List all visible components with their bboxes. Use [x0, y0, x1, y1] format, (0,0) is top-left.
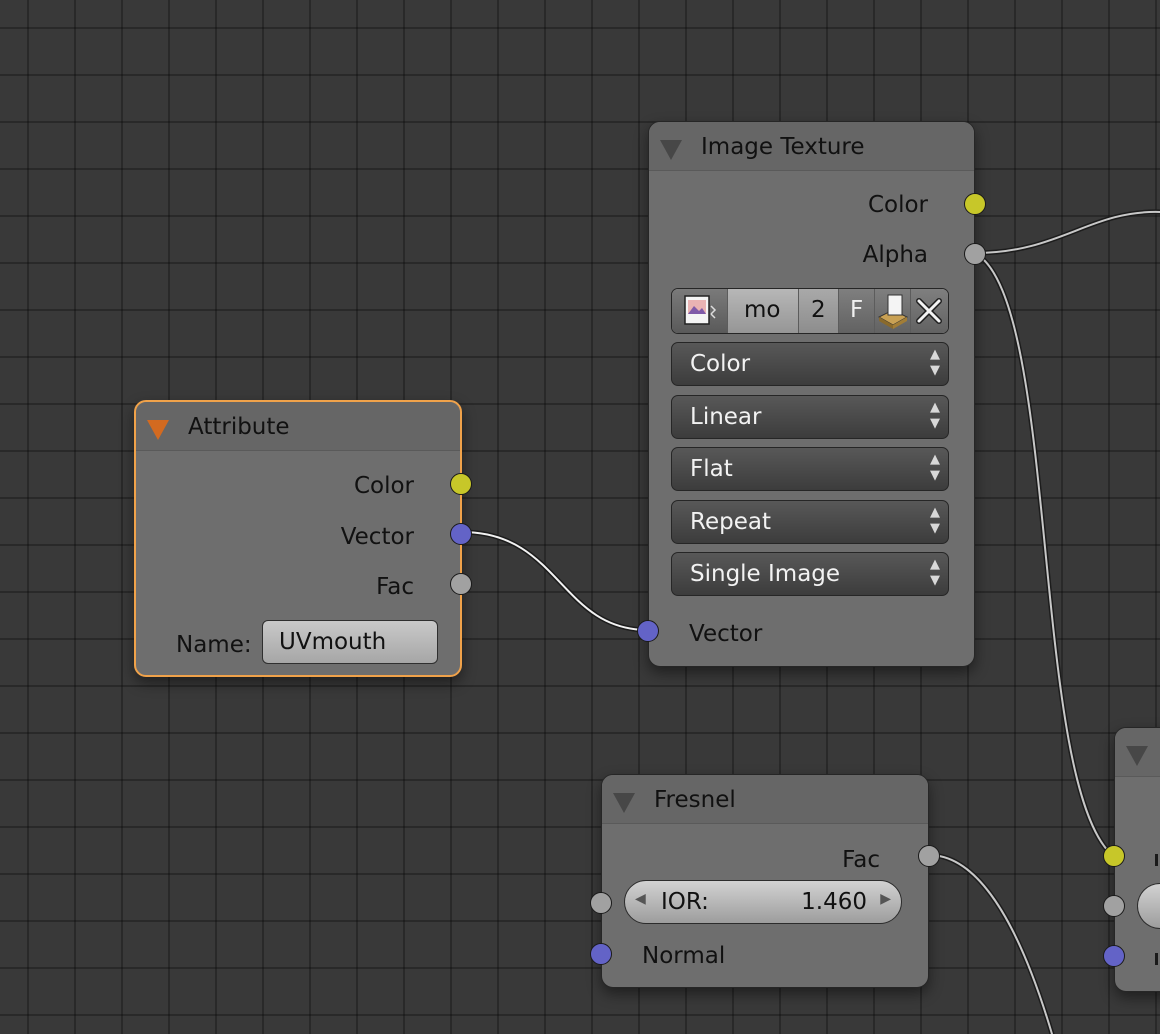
output-color-label: Color	[353, 473, 414, 499]
ior-value: 1.460	[801, 889, 867, 915]
dropdown-value: Color	[690, 351, 751, 377]
fake-user-button[interactable]: F	[839, 289, 875, 333]
open-file-icon	[877, 294, 909, 329]
node-header[interactable]: Attribute	[136, 402, 460, 451]
output-color-socket[interactable]	[450, 473, 472, 495]
up-down-arrows-icon: ▲ ▼	[930, 452, 940, 483]
link-alpha-out	[972, 209, 1160, 256]
image-browse-button[interactable]	[672, 289, 728, 333]
value-slider-partial[interactable]	[1137, 883, 1160, 929]
output-alpha-socket[interactable]	[964, 243, 986, 265]
up-down-arrows-icon: ▲ ▼	[930, 505, 940, 536]
output-color-label: Color	[867, 192, 928, 218]
interpolation-dropdown[interactable]: Linear ▲ ▼	[671, 395, 949, 439]
collapse-triangle-icon[interactable]	[1126, 746, 1148, 766]
shader-node-partial[interactable]	[1103, 727, 1160, 992]
attribute-name-input[interactable]: UVmouth	[262, 620, 438, 664]
ior-label: IOR:	[661, 889, 709, 915]
input-normal-socket[interactable]	[590, 943, 612, 965]
partial-text-mark	[1155, 953, 1158, 965]
input-value-socket[interactable]	[1103, 895, 1125, 917]
unlink-image-button[interactable]	[911, 289, 948, 333]
image-name-field[interactable]: mo	[728, 289, 799, 333]
image-name: mo	[744, 297, 781, 323]
input-normal-socket[interactable]	[1103, 945, 1125, 967]
node-title: Fresnel	[654, 787, 736, 813]
output-fac-label: Fac	[842, 847, 880, 873]
output-alpha-label: Alpha	[862, 242, 928, 268]
image-datablock-selector[interactable]: mo 2 F	[671, 288, 949, 334]
partial-text-mark	[1155, 854, 1158, 866]
node-header[interactable]: Image Texture	[649, 122, 974, 171]
source-dropdown[interactable]: Single Image ▲ ▼	[671, 552, 949, 596]
attribute-node[interactable]: Attribute Color Vector Fac Name: UVmouth	[134, 400, 472, 677]
decrement-arrow-icon[interactable]: ◀	[635, 891, 646, 907]
fake-user-label: F	[850, 297, 864, 323]
ior-number-slider[interactable]: ◀ IOR: 1.460 ▶	[624, 880, 902, 924]
collapse-triangle-icon[interactable]	[147, 420, 169, 440]
link-vector	[459, 529, 651, 633]
color-space-dropdown[interactable]: Color ▲ ▼	[671, 342, 949, 386]
output-color-socket[interactable]	[964, 193, 986, 215]
image-users-count: 2	[811, 297, 826, 323]
output-vector-label: Vector	[340, 524, 414, 550]
link-fresnel-fac	[926, 852, 1055, 1034]
output-fac-socket[interactable]	[450, 573, 472, 595]
up-down-arrows-icon: ▲ ▼	[930, 557, 940, 588]
extension-dropdown[interactable]: Repeat ▲ ▼	[671, 500, 949, 544]
node-header[interactable]: Fresnel	[602, 775, 928, 824]
dropdown-value: Single Image	[690, 561, 841, 587]
image-icon	[684, 295, 717, 325]
dropdown-value: Flat	[690, 456, 733, 482]
dropdown-value: Repeat	[690, 509, 771, 535]
image-texture-node[interactable]: Image Texture Color Alpha mo 2 F Color ▲…	[637, 121, 986, 667]
dropdown-value: Linear	[690, 404, 762, 430]
close-icon	[916, 298, 942, 324]
increment-arrow-icon[interactable]: ▶	[880, 891, 891, 907]
name-label: Name:	[176, 632, 252, 658]
output-fac-socket[interactable]	[918, 845, 940, 867]
input-color-socket[interactable]	[1103, 845, 1125, 867]
image-users-button[interactable]: 2	[799, 289, 839, 333]
node-title: Image Texture	[701, 134, 865, 160]
input-normal-label: Normal	[642, 943, 726, 969]
up-down-arrows-icon: ▲ ▼	[930, 347, 940, 378]
fresnel-node[interactable]: Fresnel Fac ◀ IOR: 1.460 ▶ Normal	[590, 774, 940, 988]
up-down-arrows-icon: ▲ ▼	[930, 400, 940, 431]
link-alpha-to-shader	[972, 250, 1115, 858]
collapse-triangle-icon[interactable]	[660, 140, 682, 160]
open-image-button[interactable]	[875, 289, 911, 333]
input-ior-socket[interactable]	[590, 892, 612, 914]
projection-dropdown[interactable]: Flat ▲ ▼	[671, 447, 949, 491]
input-vector-socket[interactable]	[637, 620, 659, 642]
output-fac-label: Fac	[376, 574, 414, 600]
node-title: Attribute	[188, 414, 290, 440]
attribute-name-value: UVmouth	[279, 629, 387, 655]
input-vector-label: Vector	[689, 621, 763, 647]
collapse-triangle-icon[interactable]	[613, 793, 635, 813]
node-header[interactable]	[1115, 728, 1160, 777]
output-vector-socket[interactable]	[450, 523, 472, 545]
